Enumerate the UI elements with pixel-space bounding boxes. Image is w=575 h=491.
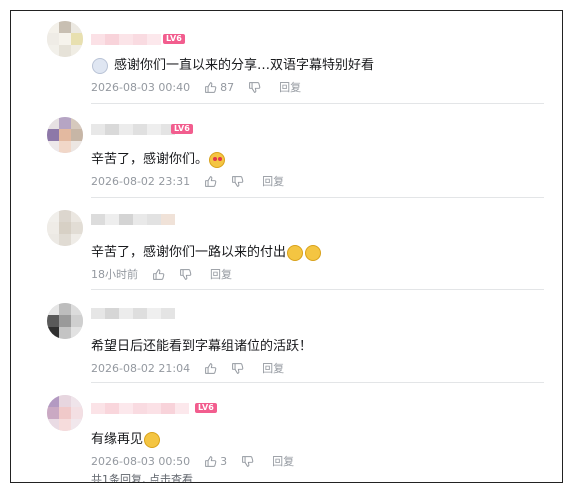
thumbs-down-icon [232, 175, 244, 187]
comment-list: LV6 感谢你们一直以来的分享…双语字幕特别好看 2026-08-03 00:4… [10, 10, 563, 483]
avatar[interactable] [47, 210, 83, 246]
level-badge: LV6 [195, 403, 217, 413]
reply-button[interactable]: 回复 [262, 360, 284, 376]
like-button[interactable]: 3 [204, 455, 227, 468]
like-button[interactable]: 87 [204, 81, 234, 94]
comment-meta: 2026-08-03 00:40 87 回复 [91, 79, 301, 95]
comment-time: 2026-08-03 00:50 [91, 454, 191, 468]
comment-meta: 2026-08-02 23:31 回复 [91, 173, 284, 189]
reply-button[interactable]: 回复 [279, 79, 301, 95]
username[interactable] [91, 403, 189, 414]
thumbs-up-icon [153, 268, 165, 280]
thumbs-down-icon [249, 81, 261, 93]
dislike-button[interactable] [179, 268, 192, 281]
like-count: 3 [220, 454, 228, 468]
dislike-button[interactable] [248, 81, 261, 94]
level-badge: LV6 [163, 34, 185, 44]
username[interactable] [91, 34, 161, 45]
avatar[interactable] [47, 117, 83, 153]
reply-button[interactable]: 回复 [210, 266, 232, 282]
avatar[interactable] [47, 21, 83, 57]
cartoon-emoji-icon [92, 58, 108, 74]
thumbs-up-icon [205, 362, 217, 374]
level-badge: LV6 [171, 124, 193, 134]
comment-time: 2026-08-02 23:31 [91, 174, 191, 188]
thumbs-up-icon [205, 81, 217, 93]
username[interactable] [91, 308, 175, 319]
crying-emoji-icon [305, 245, 322, 261]
dislike-button[interactable] [231, 175, 244, 188]
thumbs-down-icon [232, 362, 244, 374]
comment-meta: 2026-08-02 21:04 回复 [91, 360, 284, 376]
dislike-button[interactable] [241, 455, 254, 468]
username[interactable] [91, 124, 175, 135]
comment-text: 有缘再见 [91, 431, 161, 449]
heart-eyes-emoji-icon [209, 152, 226, 168]
reply-button[interactable]: 回复 [272, 453, 294, 469]
like-button[interactable] [152, 268, 165, 281]
divider [91, 382, 544, 383]
replies-summary: 共1条回复, 点击查看 [91, 471, 193, 483]
comment-text: 辛苦了，感谢你们。 [91, 151, 226, 169]
avatar[interactable] [47, 303, 83, 339]
thumbs-down-icon [180, 268, 192, 280]
comment-text-content: 希望日后还能看到字幕组诸位的活跃！ [91, 339, 313, 354]
like-count: 87 [220, 80, 235, 94]
comment-text: 希望日后还能看到字幕组诸位的活跃！ [91, 338, 312, 356]
reply-button[interactable]: 回复 [262, 173, 284, 189]
divider [91, 289, 544, 290]
thumbs-up-icon [205, 455, 217, 467]
comment-meta: 2026-08-03 00:50 3 回复 [91, 453, 294, 469]
comment-text-content: 有缘再见 [91, 432, 144, 447]
comment-text-content: 感谢你们一直以来的分享…双语字幕特别好看 [114, 58, 375, 73]
comment-text: 感谢你们一直以来的分享…双语字幕特别好看 [91, 57, 374, 75]
comment-text: 辛苦了，感谢你们一路以来的付出 [91, 244, 322, 262]
comment-text-content: 辛苦了，感谢你们一路以来的付出 [91, 245, 287, 260]
like-button[interactable] [204, 362, 217, 375]
comment-meta: 18小时前 回复 [91, 267, 232, 281]
comment-time: 18小时前 [91, 268, 138, 281]
view-replies-link[interactable]: 点击查看 [149, 473, 193, 482]
dislike-button[interactable] [231, 362, 244, 375]
comment-text-content: 辛苦了，感谢你们。 [91, 152, 209, 167]
crying-emoji-icon [287, 245, 304, 261]
comment-time: 2026-08-03 00:40 [91, 80, 191, 94]
username[interactable] [91, 214, 175, 225]
comment-time: 2026-08-02 21:04 [91, 361, 191, 375]
avatar[interactable] [47, 395, 83, 431]
thumbs-down-icon [242, 455, 254, 467]
like-button[interactable] [204, 175, 217, 188]
sad-emoji-icon [144, 432, 161, 448]
divider [91, 103, 544, 104]
replies-count: 共1条回复, [91, 473, 149, 483]
thumbs-up-icon [205, 175, 217, 187]
divider [91, 197, 544, 198]
